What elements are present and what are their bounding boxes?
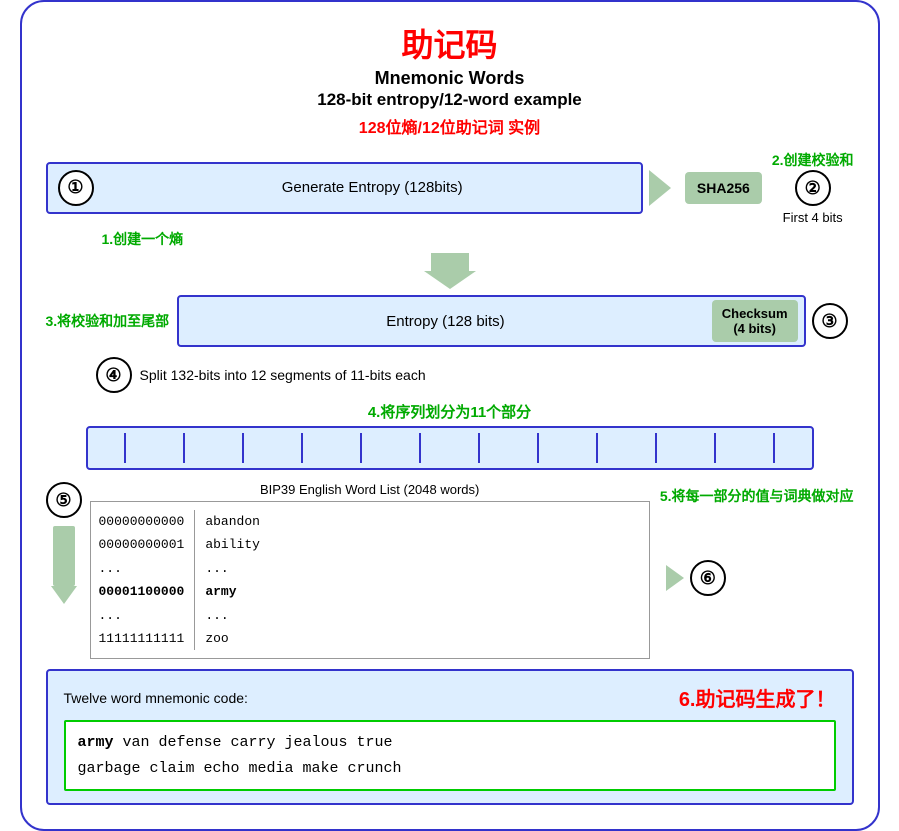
bip39-label: BIP39 English Word List (2048 words) bbox=[90, 482, 650, 497]
mnemonic-label: Twelve word mnemonic code: bbox=[64, 690, 248, 706]
step3-label: 3.将校验和加至尾部 bbox=[46, 311, 170, 331]
step5-label: 5.将每一部分的值与词典做对应 bbox=[660, 486, 854, 506]
seg12 bbox=[745, 433, 804, 463]
entropy-label: Generate Entropy (128bits) bbox=[104, 179, 641, 196]
mnemonic-line1: army van defense carry jealous true bbox=[78, 730, 822, 756]
row2-wrapper: 3.将校验和加至尾部 Entropy (128 bits) Checksum (… bbox=[46, 295, 854, 347]
checksum-line2: (4 bits) bbox=[722, 321, 788, 336]
bip39-row1-c2: abandon bbox=[205, 510, 260, 533]
seg8 bbox=[509, 433, 568, 463]
mnemonic-line2: garbage claim echo media make crunch bbox=[78, 756, 822, 782]
circle-1: ① bbox=[58, 170, 94, 206]
step1-label: 1.创建一个熵 bbox=[102, 229, 854, 249]
arrow-right-1 bbox=[649, 170, 671, 206]
sha-area: SHA256 bbox=[685, 172, 766, 204]
bip39-inner: 00000000000 00000000001 ... 00001100000 … bbox=[91, 502, 649, 658]
mnemonic-top-row: Twelve word mnemonic code: 6.助记码生成了！ bbox=[64, 683, 836, 712]
arrow-head bbox=[424, 271, 476, 289]
title-cn: 助记码 bbox=[46, 20, 854, 66]
big-down-arrow bbox=[46, 253, 854, 289]
checksum-line1: Checksum bbox=[722, 306, 788, 321]
seg2 bbox=[155, 433, 214, 463]
bip39-row5-c2: ... bbox=[205, 604, 260, 627]
entropy-row: ① Generate Entropy (128bits) bbox=[46, 162, 643, 214]
bip39-right-col: 5.将每一部分的值与词典做对应 ⑥ bbox=[660, 482, 854, 596]
circle-4: ④ bbox=[96, 357, 132, 393]
seg7 bbox=[450, 433, 509, 463]
bip39-table: 00000000000 00000000001 ... 00001100000 … bbox=[90, 501, 650, 659]
seg9 bbox=[568, 433, 627, 463]
bip39-row2-c1: 00000000001 bbox=[99, 533, 185, 556]
mnemonic-section: Twelve word mnemonic code: 6.助记码生成了！ arm… bbox=[46, 669, 854, 805]
row1: ① Generate Entropy (128bits) SHA256 2.创建… bbox=[46, 150, 854, 225]
step2-label: 2.创建校验和 bbox=[772, 150, 854, 170]
bip39-table-wrapper: BIP39 English Word List (2048 words) 000… bbox=[90, 482, 650, 659]
circle-6: ⑥ bbox=[690, 560, 726, 596]
bip39-left-col: ⑤ bbox=[46, 482, 82, 604]
entropy128-text: Entropy (128 bits) bbox=[179, 313, 712, 330]
mnemonic-words-box: army van defense carry jealous true garb… bbox=[64, 720, 836, 791]
bip39-row5-c1: ... bbox=[99, 604, 185, 627]
green-arrow-right bbox=[666, 565, 684, 591]
segment-bar-wrapper: 4.将序列划分为11个部分 bbox=[46, 397, 854, 474]
split-text: Split 132-bits into 12 segments of 11-bi… bbox=[140, 367, 426, 383]
seg5 bbox=[332, 433, 391, 463]
seg11 bbox=[686, 433, 745, 463]
bip39-row3-c2: ... bbox=[205, 557, 260, 580]
row1-wrapper: ① Generate Entropy (128bits) SHA256 2.创建… bbox=[46, 150, 854, 249]
subtitle-cn: 128位熵/12位助记词 实例 bbox=[46, 114, 854, 138]
title-en1: Mnemonic Words bbox=[46, 68, 854, 89]
bip39-col2: abandon ability ... army ... zoo bbox=[195, 510, 260, 650]
mnemonic-first-word: army bbox=[78, 734, 114, 751]
first4-label: First 4 bits bbox=[783, 210, 843, 225]
title-en2: 128-bit entropy/12-word example bbox=[46, 90, 854, 110]
bip39-section: ⑤ BIP39 English Word List (2048 words) 0… bbox=[46, 482, 854, 659]
bip39-row6-c2: zoo bbox=[205, 627, 260, 650]
main-container: 助记码 Mnemonic Words 128-bit entropy/12-wo… bbox=[20, 0, 880, 831]
bip39-col1: 00000000000 00000000001 ... 00001100000 … bbox=[99, 510, 196, 650]
step2-area: 2.创建校验和 ② First 4 bits bbox=[772, 150, 854, 225]
circle-5: ⑤ bbox=[46, 482, 82, 518]
row2: 3.将校验和加至尾部 Entropy (128 bits) Checksum (… bbox=[46, 295, 854, 347]
arrow-body bbox=[431, 253, 469, 271]
step4-cn-label: 4.将序列划分为11个部分 bbox=[86, 401, 814, 422]
circle-3: ③ bbox=[812, 303, 848, 339]
step6-circle-area: ⑥ bbox=[660, 560, 726, 596]
bip39-row4-c1: 00001100000 bbox=[99, 580, 185, 603]
bip39-row4-c2: army bbox=[205, 580, 260, 603]
down-arrow-shape bbox=[420, 253, 480, 289]
bip39-row3-c1: ... bbox=[99, 557, 185, 580]
sha-box: SHA256 bbox=[685, 172, 762, 204]
bip39-row6-c1: 11111111111 bbox=[99, 627, 185, 650]
segment-bar bbox=[86, 426, 814, 470]
entropy128-row: Entropy (128 bits) Checksum (4 bits) bbox=[177, 295, 805, 347]
seg4 bbox=[273, 433, 332, 463]
circle-2: ② bbox=[795, 170, 831, 206]
bip39-row2-c2: ability bbox=[205, 533, 260, 556]
seg6 bbox=[391, 433, 450, 463]
bip39-row1-c1: 00000000000 bbox=[99, 510, 185, 533]
seg10 bbox=[627, 433, 686, 463]
seg1 bbox=[96, 433, 155, 463]
step6-label: 6.助记码生成了！ bbox=[679, 683, 836, 712]
checksum-box: Checksum (4 bits) bbox=[712, 300, 798, 342]
seg3 bbox=[214, 433, 273, 463]
row3: ④ Split 132-bits into 12 segments of 11-… bbox=[46, 357, 854, 393]
green-arrow-down bbox=[53, 526, 75, 586]
